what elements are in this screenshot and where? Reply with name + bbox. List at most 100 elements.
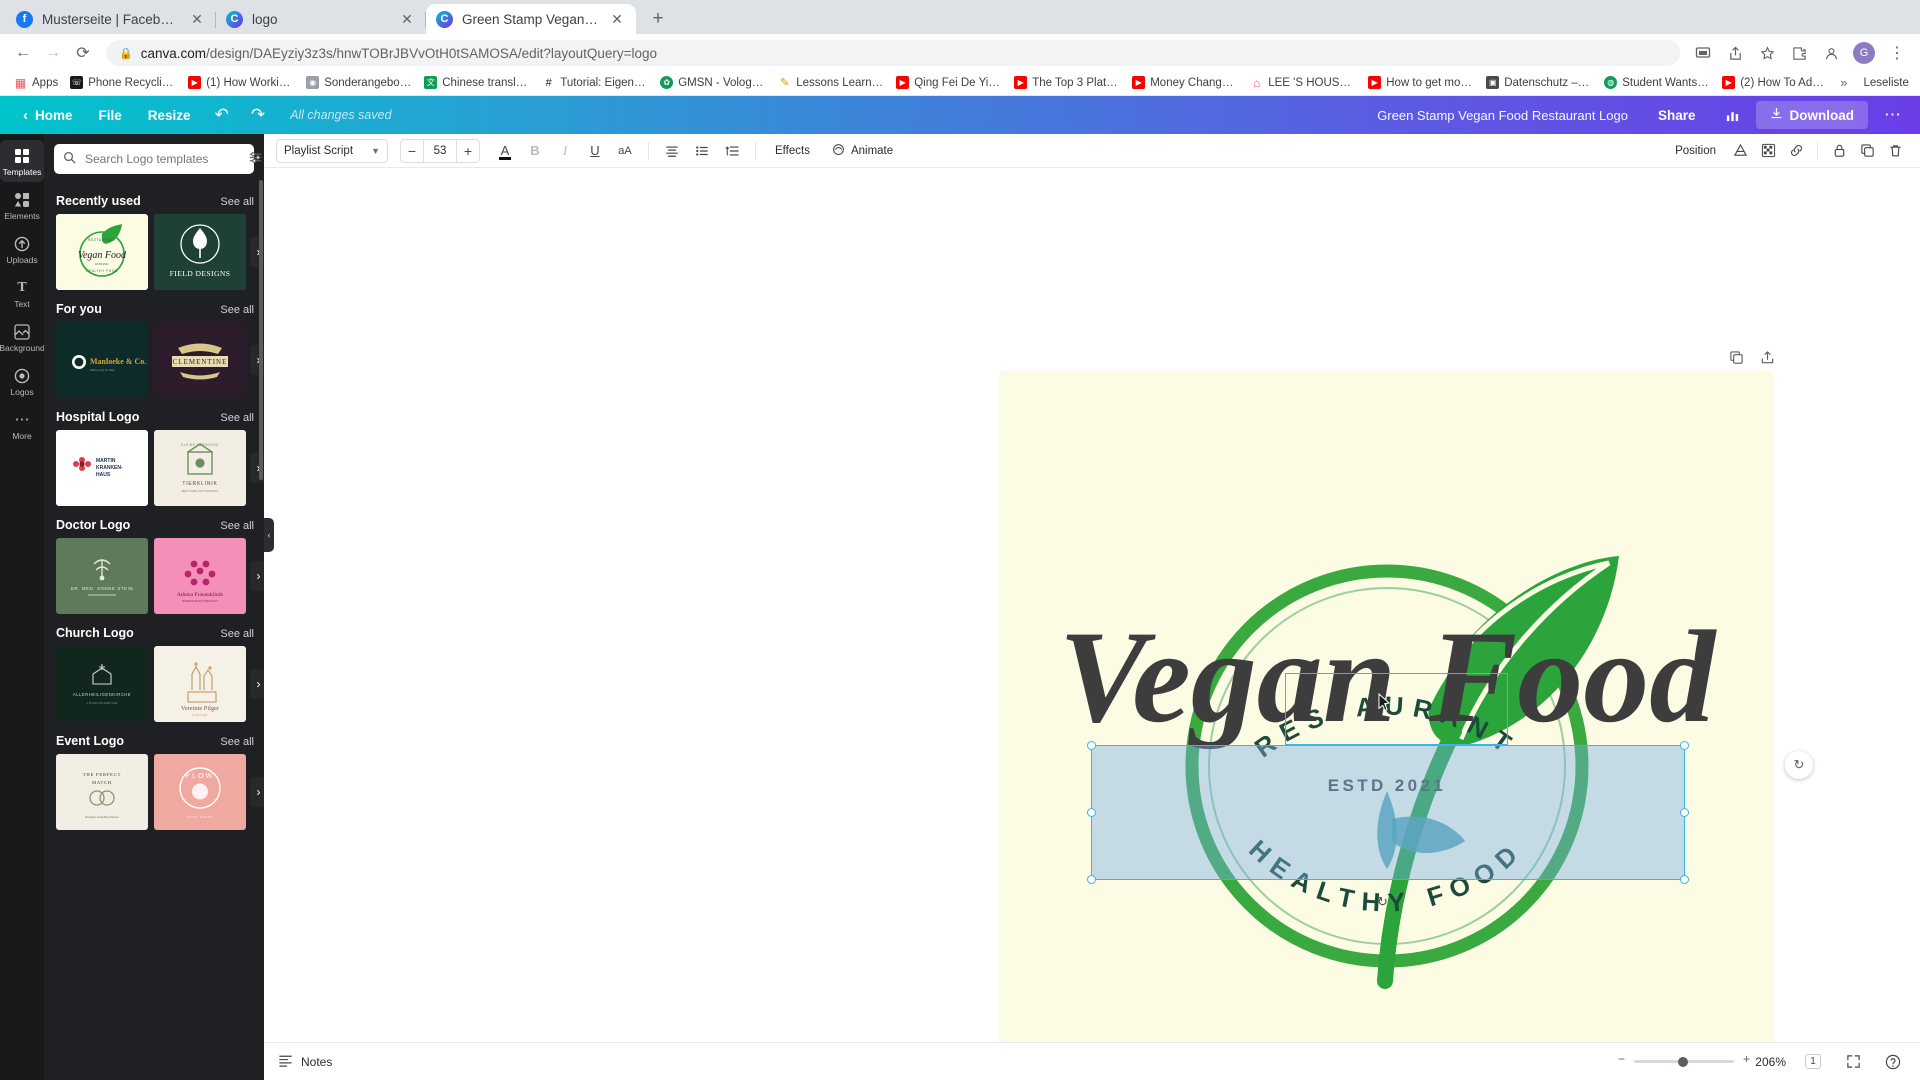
- pattern-icon[interactable]: [1755, 138, 1781, 164]
- star-icon[interactable]: [1752, 38, 1782, 68]
- browser-tab-active[interactable]: C Green Stamp Vegan Food Res... ✕: [426, 4, 636, 34]
- close-icon[interactable]: ✕: [608, 10, 626, 28]
- carousel-next-icon[interactable]: ›: [250, 669, 264, 699]
- font-size-value[interactable]: 53: [423, 139, 457, 162]
- font-size-decrease[interactable]: −: [401, 143, 423, 159]
- trash-icon[interactable]: [1882, 138, 1908, 164]
- browser-tab[interactable]: f Musterseite | Facebook ✕: [6, 4, 216, 34]
- undo-icon[interactable]: ↶: [204, 100, 240, 130]
- extension-icon[interactable]: [1784, 38, 1814, 68]
- letter-case-icon[interactable]: aA: [612, 138, 638, 164]
- reading-list-button[interactable]: Leseliste: [1863, 77, 1912, 89]
- zoom-out-button[interactable]: −: [1618, 1052, 1625, 1066]
- see-all-link[interactable]: See all: [220, 412, 254, 424]
- sidebar-item-templates[interactable]: Templates: [0, 140, 44, 182]
- file-menu-button[interactable]: File: [86, 103, 135, 128]
- canvas-area[interactable]: RESTAURANT HEALTHY FOOD ESTD 2021 Vegan …: [264, 168, 1920, 1042]
- font-size-stepper[interactable]: − 53 +: [400, 138, 480, 163]
- carousel-next-icon[interactable]: ›: [250, 561, 264, 591]
- bookmark-item[interactable]: ☏ Phone Recycling...: [64, 74, 182, 91]
- fullscreen-icon[interactable]: [1840, 1049, 1866, 1075]
- resize-handle-tr[interactable]: [1680, 741, 1689, 750]
- template-card-manloeke[interactable]: Manloeke & Co. Shirts only for Men: [56, 322, 148, 398]
- reload-icon[interactable]: ⟳: [68, 38, 98, 68]
- resize-handle-tl[interactable]: [1087, 741, 1096, 750]
- resize-handle-l[interactable]: [1087, 807, 1096, 817]
- bookmark-item[interactable]: ▶ (1) How Working a...: [182, 74, 300, 91]
- panel-scrollbar[interactable]: [259, 180, 263, 480]
- menu-icon[interactable]: ⋮: [1882, 38, 1912, 68]
- sidebar-item-elements[interactable]: Elements: [0, 184, 44, 226]
- bold-icon[interactable]: B: [522, 138, 548, 164]
- see-all-link[interactable]: See all: [220, 520, 254, 532]
- sidebar-item-logos[interactable]: Logos: [0, 360, 44, 402]
- transparency-icon[interactable]: [1727, 138, 1753, 164]
- bookmarks-overflow-button[interactable]: »: [1834, 75, 1853, 90]
- zoom-in-button[interactable]: +: [1743, 1052, 1750, 1066]
- zoom-slider-knob[interactable]: [1678, 1056, 1688, 1067]
- rotate-handle-icon[interactable]: ↻: [1785, 751, 1813, 779]
- kebab-menu-icon[interactable]: ⋯: [1876, 101, 1910, 129]
- template-card-field-designs[interactable]: FIELD DESIGNS: [154, 214, 246, 290]
- bookmark-item[interactable]: ◉ Sonderangebot! |...: [300, 74, 418, 91]
- new-tab-button[interactable]: +: [644, 5, 672, 33]
- template-card-tierklinik[interactable]: KLEINE FÜRSORGE TIERKLINIK BEST CARE FOR…: [154, 430, 246, 506]
- resize-button[interactable]: Resize: [135, 103, 204, 128]
- close-icon[interactable]: ✕: [398, 10, 416, 28]
- sidebar-item-uploads[interactable]: Uploads: [0, 228, 44, 270]
- bookmark-item[interactable]: ▶ (2) How To Add A...: [1716, 74, 1834, 91]
- template-card-flow[interactable]: FLOW YOGA CLASS: [154, 754, 246, 830]
- back-icon[interactable]: ←: [8, 38, 38, 68]
- bar-chart-icon[interactable]: [1718, 101, 1748, 129]
- template-card-allerheiligenkirche[interactable]: ALLERHEILIGENKIRCHE A PLACE FOR EVERYONE: [56, 646, 148, 722]
- home-button[interactable]: ‹ Home: [10, 102, 86, 129]
- see-all-link[interactable]: See all: [220, 304, 254, 316]
- bookmark-item[interactable]: ▶ Qing Fei De Yi - Y...: [890, 74, 1008, 91]
- see-all-link[interactable]: See all: [220, 736, 254, 748]
- see-all-link[interactable]: See all: [220, 196, 254, 208]
- document-title[interactable]: Green Stamp Vegan Food Restaurant Logo: [1377, 108, 1628, 123]
- zoom-slider[interactable]: − +: [1618, 1052, 1750, 1067]
- zoom-value[interactable]: 206%: [1748, 1055, 1786, 1069]
- address-bar[interactable]: 🔒 canva.com/design/DAEyziy3z3s/hnwTOBrJB…: [106, 40, 1680, 66]
- search-bar[interactable]: [54, 144, 262, 174]
- lock-icon[interactable]: [1826, 138, 1852, 164]
- rotate-icon[interactable]: ↻: [1377, 894, 1388, 910]
- bullet-list-icon[interactable]: [689, 138, 715, 164]
- download-button[interactable]: Download: [1755, 101, 1868, 129]
- profile-icon[interactable]: [1816, 38, 1846, 68]
- export-page-icon[interactable]: [1760, 350, 1775, 368]
- align-icon[interactable]: [659, 138, 685, 164]
- template-card-martin-krankenhaus[interactable]: MARTIN KRANKEN- HAUS: [56, 430, 148, 506]
- template-card-vegan-food[interactable]: RESTAURANT Vegan Food ESTD 2021 HEALTHY …: [56, 214, 148, 290]
- resize-handle-br[interactable]: [1680, 875, 1689, 884]
- help-icon[interactable]: [1880, 1049, 1906, 1075]
- notes-button[interactable]: Notes: [278, 1053, 332, 1071]
- share-icon[interactable]: [1720, 38, 1750, 68]
- bookmark-item[interactable]: # Tutorial: Eigene Fa...: [536, 74, 654, 91]
- underline-icon[interactable]: U: [582, 138, 608, 164]
- template-card-dr-sonne-stein[interactable]: DR. MED. SONNE STEIN: [56, 538, 148, 614]
- redo-icon[interactable]: ↷: [240, 100, 276, 130]
- selection-box-vegan-food-text[interactable]: [1087, 741, 1689, 884]
- carousel-next-icon[interactable]: ›: [250, 777, 264, 807]
- bookmark-item[interactable]: ✿ GMSN - Vologda...: [654, 74, 772, 91]
- line-spacing-icon[interactable]: [719, 138, 745, 164]
- resize-handle-r[interactable]: [1680, 807, 1689, 817]
- bookmark-item[interactable]: ▣ Datenschutz – Re...: [1480, 74, 1598, 91]
- bookmark-item[interactable]: 文 Chinese translatio...: [418, 74, 536, 91]
- pages-icon[interactable]: 1: [1800, 1049, 1826, 1075]
- link-icon[interactable]: [1783, 138, 1809, 164]
- sidebar-item-text[interactable]: T Text: [0, 272, 44, 314]
- position-button[interactable]: Position: [1666, 140, 1725, 162]
- font-family-select[interactable]: Playlist Script ▼: [276, 138, 388, 163]
- template-card-clementine[interactable]: CLEMENTINE: [154, 322, 246, 398]
- bookmark-item[interactable]: ▦ Apps: [8, 74, 64, 91]
- template-card-athena-frauenklinik[interactable]: Athena Frauenklinik WOMEN'S HEALTH SPECI…: [154, 538, 246, 614]
- bookmark-item[interactable]: ◍ Student Wants an...: [1598, 74, 1716, 91]
- selection-box-restaurant-text[interactable]: [1285, 673, 1508, 745]
- bookmark-item[interactable]: ✎ Lessons Learned f...: [772, 74, 890, 91]
- sidebar-item-more[interactable]: ⋯ More: [0, 404, 44, 446]
- animate-button[interactable]: Animate: [823, 138, 902, 164]
- effects-button[interactable]: Effects: [766, 140, 819, 162]
